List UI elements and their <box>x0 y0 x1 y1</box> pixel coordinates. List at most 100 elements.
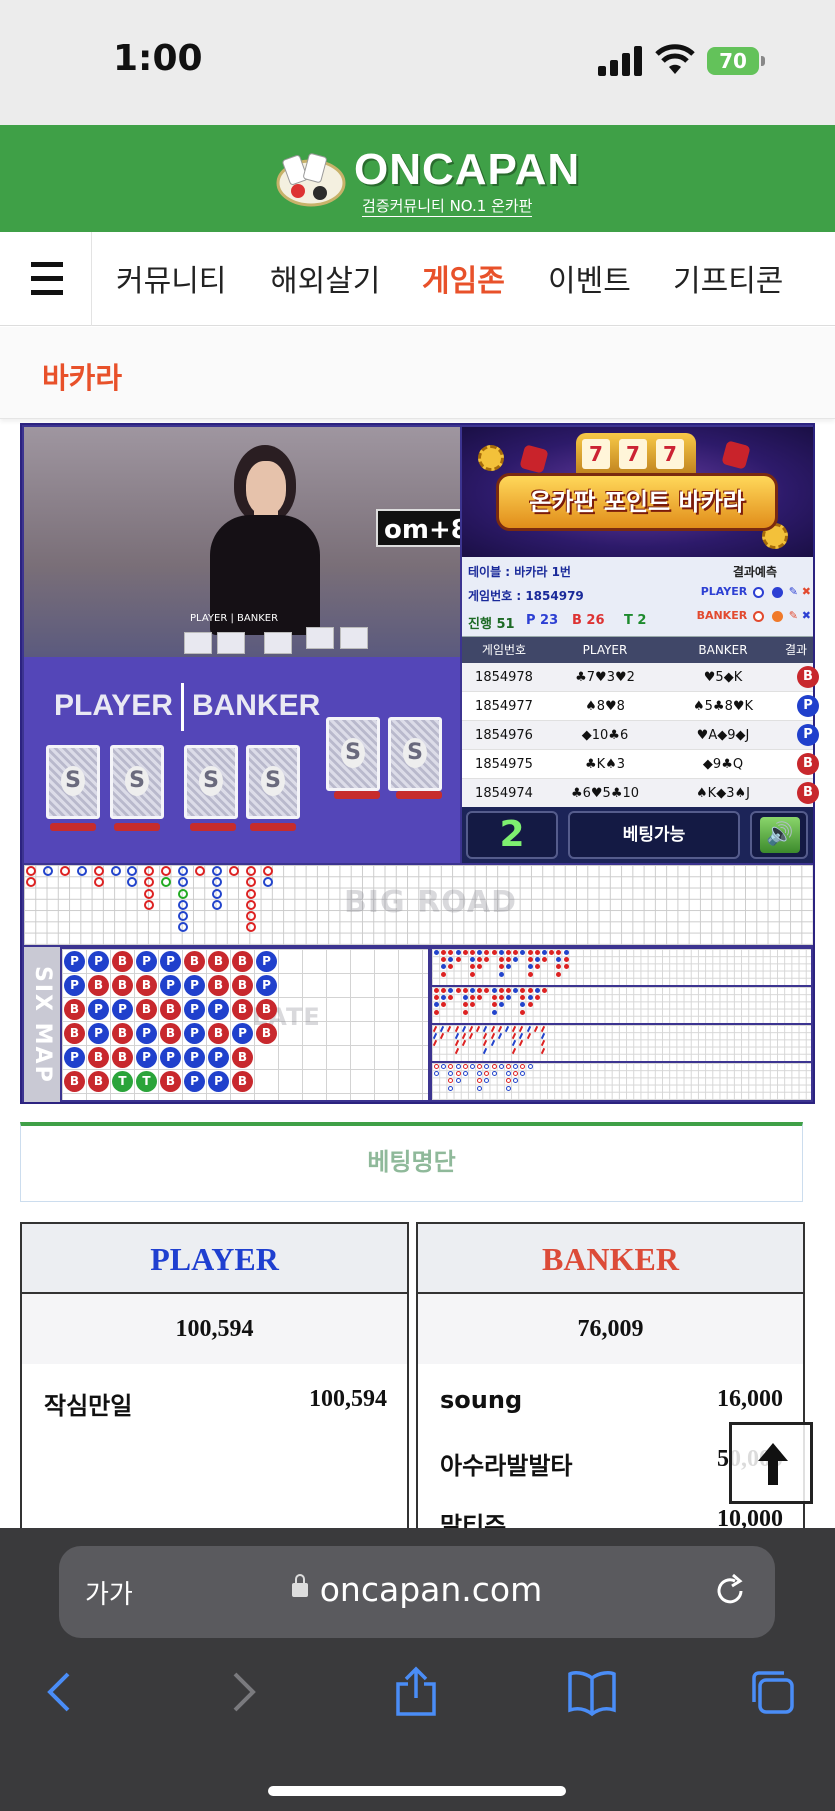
derived-road-mark <box>470 950 475 955</box>
player-card: S <box>110 745 164 819</box>
bead: P <box>184 1023 205 1044</box>
big-road-mark <box>178 888 189 899</box>
history-game-no: 1854978 <box>475 670 533 685</box>
hamburger-menu-button[interactable] <box>0 232 92 326</box>
history-table: 게임번호 PLAYER BANKER 결과 1854978 ♣7♥3♥2 ♥5◆K B… <box>462 637 819 808</box>
game-controls: 2 베팅가능 🔊 <box>462 807 813 863</box>
close-icon[interactable]: ✖ <box>802 585 811 598</box>
prediction-label: 결과예측 <box>732 565 777 579</box>
ring-icon[interactable] <box>753 586 765 598</box>
bettor-name: 아수라발발타 <box>440 1452 573 1480</box>
result-badge: B <box>797 753 819 775</box>
forward-icon[interactable] <box>215 1666 267 1718</box>
address-bar[interactable]: 가가 oncapan.com <box>59 1546 775 1638</box>
derived-road-mark <box>462 950 468 955</box>
derived-road-mark <box>462 1071 468 1077</box>
scroll-to-top-button[interactable] <box>729 1422 813 1504</box>
bead: B <box>256 1023 277 1044</box>
big-road-mark <box>211 899 222 910</box>
share-icon[interactable] <box>390 1666 442 1718</box>
game-info: 테이블 : 바카라 1번 게임번호 : 1854979 진행 51 P 23 B… <box>462 557 813 637</box>
bet-amount: 100,594 <box>309 1386 387 1412</box>
bead: P <box>136 1023 157 1044</box>
pencil-icon[interactable]: ✎ <box>789 585 798 598</box>
derived-road-mark <box>491 988 497 993</box>
derived-road-mark <box>527 971 533 977</box>
derived-road-mark <box>527 950 533 955</box>
table-card <box>340 627 368 649</box>
big-road-mark <box>262 866 273 876</box>
bead: P <box>112 999 133 1020</box>
history-game-no: 1854976 <box>475 728 533 743</box>
big-road-mark <box>144 899 155 910</box>
big-road-mark <box>245 899 256 910</box>
derived-road-mark <box>498 950 504 955</box>
derived-road-mark <box>527 1064 533 1069</box>
main-nav: 커뮤니티 해외살기 게임존 이벤트 기프티콘 <box>0 232 835 326</box>
big-road-mark <box>93 877 104 888</box>
derived-road-mark <box>455 957 461 963</box>
derived-road-mark <box>434 988 439 993</box>
logo-subtitle: 검증커뮤니티 NO.1 온카판 <box>362 197 533 217</box>
player-column-title: PLAYER <box>22 1224 407 1294</box>
bookmarks-icon[interactable] <box>566 1666 618 1718</box>
banker-card: S <box>388 717 442 791</box>
history-player-cards: ♣7♥3♥2 <box>575 670 635 685</box>
derived-road-mark <box>455 1064 461 1069</box>
nav-item-community[interactable]: 커뮤니티 <box>116 256 226 300</box>
reload-icon[interactable] <box>711 1572 749 1610</box>
history-row: 1854976 ◆10♣6 ♥A◆9◆J P <box>462 721 819 750</box>
bead: P <box>208 1071 229 1092</box>
table-name: 테이블 : 바카라 1번 <box>468 565 571 579</box>
overlay-banker-label: BANKER <box>191 688 321 722</box>
bead: P <box>88 951 109 972</box>
lock-icon <box>291 1573 308 1597</box>
extra-road <box>432 1063 811 1100</box>
hamburger-icon <box>31 262 63 267</box>
bead: P <box>64 1047 85 1068</box>
sound-button[interactable]: 🔊 <box>750 811 808 859</box>
small-road <box>432 987 811 1023</box>
big-road-mark <box>245 911 256 922</box>
table-card <box>264 632 292 654</box>
history-col-banker: BANKER <box>698 643 748 657</box>
logo-emblem-icon <box>276 153 346 207</box>
nav-item-gifticon[interactable]: 기프티콘 <box>673 256 783 300</box>
dice-icon <box>519 444 549 474</box>
predict-player-row: PLAYER ✎ ✖ <box>701 585 811 598</box>
arrow-up-icon <box>758 1443 788 1485</box>
dice-icon <box>721 440 751 470</box>
ring-icon[interactable] <box>753 610 765 622</box>
history-banker-cards: ♥5◆K <box>703 670 743 685</box>
bead: B <box>232 1071 253 1092</box>
big-road-mark <box>144 866 155 876</box>
nav-item-abroad[interactable]: 해외살기 <box>270 256 380 300</box>
derived-road-mark <box>491 1009 497 1015</box>
nav-item-event[interactable]: 이벤트 <box>548 256 631 300</box>
card-slot <box>334 791 380 799</box>
derived-road-mark <box>477 1085 483 1091</box>
history-banker-cards: ♥A◆9◆J <box>696 728 750 743</box>
dot-icon[interactable] <box>771 610 783 622</box>
bead: T <box>136 1071 157 1092</box>
close-icon[interactable]: ✖ <box>802 609 811 622</box>
table-sign: om+8 <box>376 509 460 547</box>
result-badge: P <box>797 695 819 717</box>
bead: P <box>88 1023 109 1044</box>
page-root: 1:00 70 ONCAPAN 검증커뮤니티 NO.1 온카판 커뮤니티 해외살… <box>0 0 835 1811</box>
cellular-signal-icon <box>598 46 642 76</box>
nav-item-gamezone[interactable]: 게임존 <box>422 256 505 300</box>
derived-road-mark <box>534 988 540 993</box>
dot-icon[interactable] <box>771 586 783 598</box>
tabs-icon[interactable] <box>746 1666 798 1718</box>
banker-count: B 26 <box>572 613 605 628</box>
bead: P <box>160 975 181 996</box>
big-eye-road <box>432 949 811 985</box>
bead: B <box>208 1023 229 1044</box>
pencil-icon[interactable]: ✎ <box>789 609 798 622</box>
hamburger-icon-line <box>31 276 63 281</box>
banker-total: 76,009 <box>418 1294 803 1364</box>
site-logo[interactable]: ONCAPAN 검증커뮤니티 NO.1 온카판 <box>276 145 579 217</box>
bead: P <box>160 1047 181 1068</box>
back-icon[interactable] <box>36 1666 88 1718</box>
